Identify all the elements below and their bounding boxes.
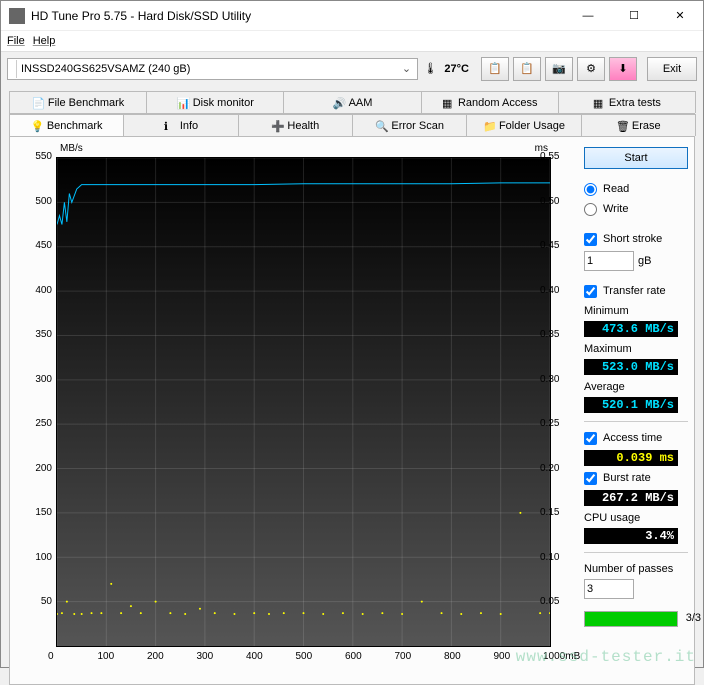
save-button[interactable]: ⬇ — [609, 57, 637, 81]
start-button[interactable]: Start — [584, 147, 688, 169]
tab-content: MB/s ms 55050045040035030025020015010050… — [9, 137, 695, 685]
passes-input[interactable] — [584, 579, 634, 599]
speaker-icon: 🔊 — [333, 97, 345, 109]
access-time-value: 0.039 ms — [584, 450, 678, 466]
passes-progress: 3/3 — [584, 611, 678, 627]
short-stroke-input[interactable] — [584, 251, 634, 271]
drive-label: INSSD240GS625VSAMZ (240 gB) — [21, 63, 399, 75]
benchmark-chart: MB/s ms 55050045040035030025020015010050… — [16, 143, 576, 676]
maximum-label: Maximum — [584, 343, 688, 355]
toolbar: INSSD240GS625VSAMZ (240 gB) ⌄ 🌡 27°C 📋 📋… — [1, 51, 703, 85]
average-value: 520.1 MB/s — [584, 397, 678, 413]
tab-erase[interactable]: 🗑Erase — [581, 114, 696, 136]
tab-area: 📄File Benchmark 📊Disk monitor 🔊AAM ▦Rand… — [1, 85, 703, 685]
temperature: 27°C — [444, 63, 469, 75]
bulb-icon: 💡 — [31, 120, 43, 132]
transfer-rate-check[interactable]: Transfer rate — [584, 283, 688, 299]
copy-screenshot-button[interactable]: 📋 — [513, 57, 541, 81]
random-icon: ▦ — [442, 97, 454, 109]
tab-random-access[interactable]: ▦Random Access — [421, 91, 559, 113]
thermometer-icon: 🌡 — [422, 59, 438, 79]
window-title: HD Tune Pro 5.75 - Hard Disk/SSD Utility — [31, 9, 565, 23]
folder-icon: 📁 — [483, 120, 495, 132]
info-icon: ℹ — [164, 120, 176, 132]
close-button[interactable]: ✕ — [657, 1, 703, 31]
menu-file[interactable]: File — [7, 35, 25, 47]
passes-label: Number of passes — [584, 563, 688, 575]
minimize-button[interactable]: — — [565, 1, 611, 31]
health-icon: ➕ — [271, 120, 283, 132]
write-radio[interactable]: Write — [584, 201, 688, 217]
menubar: File Help — [1, 31, 703, 51]
tab-info[interactable]: ℹInfo — [123, 114, 238, 136]
cpu-usage-label: CPU usage — [584, 512, 688, 524]
tab-health[interactable]: ➕Health — [238, 114, 353, 136]
search-icon: 🔍 — [375, 120, 387, 132]
minimum-label: Minimum — [584, 305, 688, 317]
tab-file-benchmark[interactable]: 📄File Benchmark — [9, 91, 147, 113]
tabrow-top: 📄File Benchmark 📊Disk monitor 🔊AAM ▦Rand… — [9, 91, 695, 114]
menu-help[interactable]: Help — [33, 35, 56, 47]
chart-svg — [57, 158, 550, 646]
side-panel: Start Read Write Short stroke gB Transfe… — [584, 143, 688, 678]
extra-icon: ▦ — [593, 97, 605, 109]
access-time-check[interactable]: Access time — [584, 430, 688, 446]
burst-rate-value: 267.2 MB/s — [584, 490, 678, 506]
options-button[interactable]: ⚙ — [577, 57, 605, 81]
exit-button[interactable]: Exit — [647, 57, 697, 81]
tab-disk-monitor[interactable]: 📊Disk monitor — [146, 91, 284, 113]
tabrow-bottom: 💡Benchmark ℹInfo ➕Health 🔍Error Scan 📁Fo… — [9, 114, 695, 137]
read-radio[interactable]: Read — [584, 181, 688, 197]
chevron-down-icon: ⌄ — [399, 62, 413, 75]
copy-info-button[interactable]: 📋 — [481, 57, 509, 81]
app-icon — [9, 8, 25, 24]
watermark: www.ssd-tester.it — [516, 648, 696, 666]
tab-aam[interactable]: 🔊AAM — [283, 91, 421, 113]
save-screenshot-button[interactable]: 📷 — [545, 57, 573, 81]
tab-extra-tests[interactable]: ▦Extra tests — [558, 91, 696, 113]
cpu-usage-value: 3.4% — [584, 528, 678, 544]
monitor-icon: 📊 — [177, 97, 189, 109]
burst-rate-check[interactable]: Burst rate — [584, 470, 688, 486]
trash-icon: 🗑 — [616, 120, 628, 132]
tab-error-scan[interactable]: 🔍Error Scan — [352, 114, 467, 136]
short-stroke-check[interactable]: Short stroke — [584, 231, 688, 247]
minimum-value: 473.6 MB/s — [584, 321, 678, 337]
drive-select[interactable]: INSSD240GS625VSAMZ (240 gB) ⌄ — [7, 58, 418, 80]
maximum-value: 523.0 MB/s — [584, 359, 678, 375]
average-label: Average — [584, 381, 688, 393]
titlebar: HD Tune Pro 5.75 - Hard Disk/SSD Utility… — [1, 1, 703, 31]
y-axis-left-label: MB/s — [60, 143, 83, 154]
tab-folder-usage[interactable]: 📁Folder Usage — [466, 114, 581, 136]
maximize-button[interactable]: ☐ — [611, 1, 657, 31]
tab-benchmark[interactable]: 💡Benchmark — [9, 114, 124, 136]
chart-plot-area — [56, 157, 551, 647]
file-icon: 📄 — [32, 97, 44, 109]
